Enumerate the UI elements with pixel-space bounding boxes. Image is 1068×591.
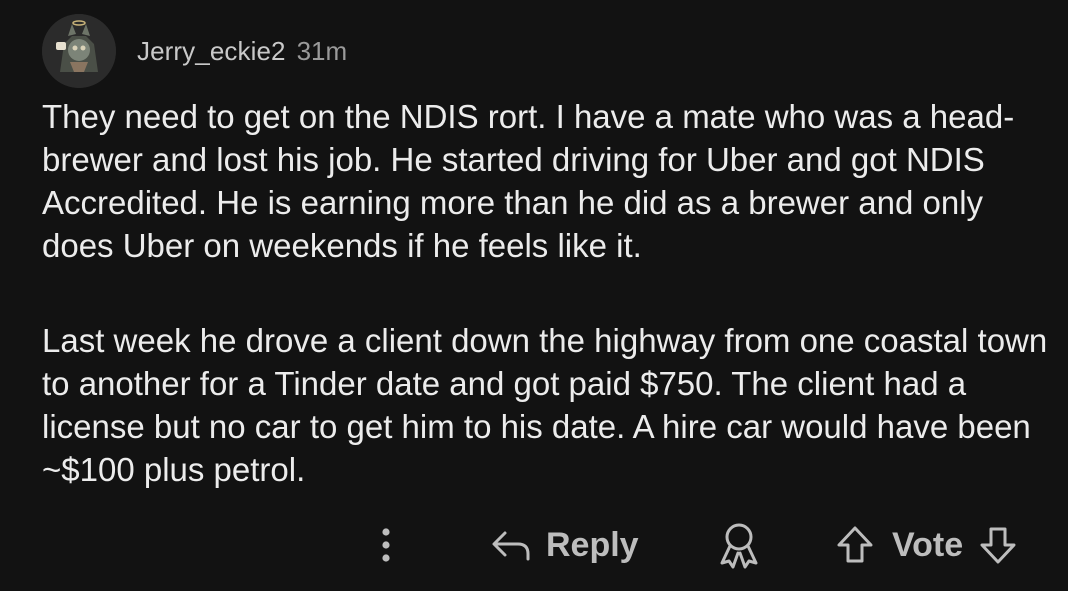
comment: Jerry_eckie2 31m They need to get on the… xyxy=(0,0,1068,591)
comment-body: They need to get on the NDIS rort. I hav… xyxy=(42,95,1052,491)
upvote-arrow-icon[interactable] xyxy=(836,525,874,565)
award-button[interactable] xyxy=(716,521,762,569)
reply-button[interactable]: Reply xyxy=(490,523,639,567)
comment-actions: Reply Vote xyxy=(0,517,1068,573)
more-options-button[interactable] xyxy=(372,523,400,567)
vote-controls: Vote xyxy=(836,523,1017,567)
avatar-image xyxy=(42,14,116,88)
avatar[interactable] xyxy=(42,14,116,88)
vertical-dots-icon xyxy=(382,528,390,562)
vote-label: Vote xyxy=(892,525,964,564)
award-ribbon-icon xyxy=(720,523,758,569)
comment-paragraph-2: Last week he drove a client down the hig… xyxy=(42,322,1048,488)
comment-header: Jerry_eckie2 31m xyxy=(42,14,347,88)
reply-label: Reply xyxy=(546,525,639,564)
author-username[interactable]: Jerry_eckie2 xyxy=(137,36,286,67)
downvote-arrow-icon[interactable] xyxy=(979,525,1017,565)
reply-arrow-icon xyxy=(492,531,530,561)
comment-timestamp: 31m xyxy=(296,35,348,66)
comment-paragraph-1: They need to get on the NDIS rort. I hav… xyxy=(42,98,1015,264)
